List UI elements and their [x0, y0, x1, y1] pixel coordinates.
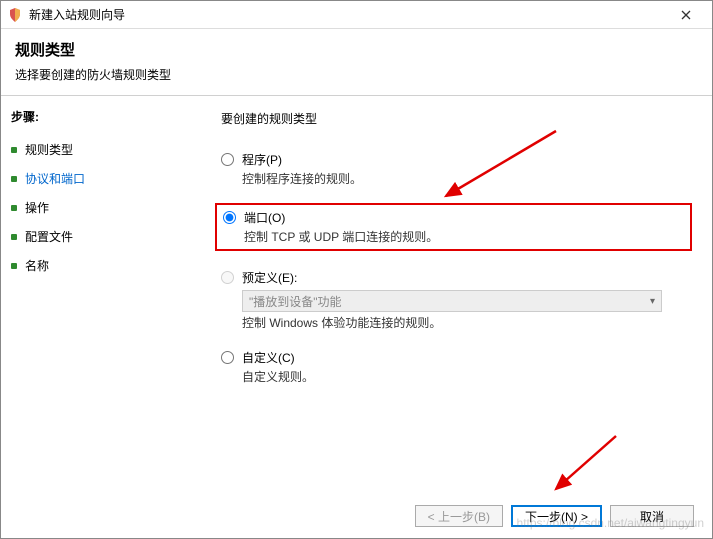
step-rule-type[interactable]: 规则类型	[11, 135, 191, 164]
option-program[interactable]: 程序(P) 控制程序连接的规则。	[221, 149, 692, 189]
predefined-selected: "播放到设备"功能	[249, 293, 342, 310]
option-port-desc: 控制 TCP 或 UDP 端口连接的规则。	[244, 228, 684, 245]
radio-custom[interactable]	[221, 351, 234, 364]
option-custom[interactable]: 自定义(C) 自定义规则。	[221, 347, 692, 387]
close-icon	[681, 10, 691, 20]
steps-sidebar: 步骤: 规则类型 协议和端口 操作 配置文件 名称	[1, 96, 201, 502]
radio-port[interactable]	[223, 211, 236, 224]
step-label: 名称	[25, 257, 49, 274]
wizard-footer: < 上一步(B) 下一步(N) > 取消	[1, 494, 712, 538]
option-custom-label: 自定义(C)	[242, 349, 692, 366]
option-port-label: 端口(O)	[244, 209, 684, 226]
predefined-dropdown: "播放到设备"功能 ▾	[242, 290, 662, 312]
option-program-desc: 控制程序连接的规则。	[242, 170, 692, 187]
option-custom-desc: 自定义规则。	[242, 368, 692, 385]
step-label: 规则类型	[25, 141, 73, 158]
bullet-icon	[11, 147, 17, 153]
window-title: 新建入站规则向导	[29, 6, 666, 23]
steps-heading: 步骤:	[11, 108, 191, 125]
option-program-label: 程序(P)	[242, 151, 692, 168]
close-button[interactable]	[666, 2, 706, 28]
back-button: < 上一步(B)	[415, 505, 503, 527]
bullet-icon	[11, 234, 17, 240]
step-name[interactable]: 名称	[11, 251, 191, 280]
radio-predefined[interactable]	[221, 271, 234, 284]
step-action[interactable]: 操作	[11, 193, 191, 222]
step-label: 配置文件	[25, 228, 73, 245]
content-pane: 要创建的规则类型 程序(P) 控制程序连接的规则。 端口(O) 控制 TCP 或…	[201, 96, 712, 502]
option-port[interactable]: 端口(O) 控制 TCP 或 UDP 端口连接的规则。	[215, 203, 692, 251]
chevron-down-icon: ▾	[650, 296, 655, 307]
step-label: 协议和端口	[25, 170, 85, 187]
step-protocol-port[interactable]: 协议和端口	[11, 164, 191, 193]
content-prompt: 要创建的规则类型	[221, 110, 692, 127]
bullet-icon	[11, 176, 17, 182]
bullet-icon	[11, 205, 17, 211]
page-title: 规则类型	[15, 39, 698, 60]
step-label: 操作	[25, 199, 49, 216]
radio-program[interactable]	[221, 153, 234, 166]
wizard-header: 规则类型 选择要创建的防火墙规则类型	[1, 29, 712, 95]
page-subtitle: 选择要创建的防火墙规则类型	[15, 66, 698, 83]
cancel-button[interactable]: 取消	[610, 505, 694, 527]
option-predefined-label: 预定义(E):	[242, 269, 692, 286]
next-button[interactable]: 下一步(N) >	[511, 505, 602, 527]
option-predefined-desc: 控制 Windows 体验功能连接的规则。	[242, 314, 692, 331]
titlebar: 新建入站规则向导	[1, 1, 712, 29]
firewall-icon	[7, 7, 23, 23]
step-profile[interactable]: 配置文件	[11, 222, 191, 251]
bullet-icon	[11, 263, 17, 269]
option-predefined[interactable]: 预定义(E): "播放到设备"功能 ▾ 控制 Windows 体验功能连接的规则…	[221, 267, 692, 333]
wizard-body: 步骤: 规则类型 协议和端口 操作 配置文件 名称 要创建的规则类型 程序(P)	[1, 96, 712, 502]
